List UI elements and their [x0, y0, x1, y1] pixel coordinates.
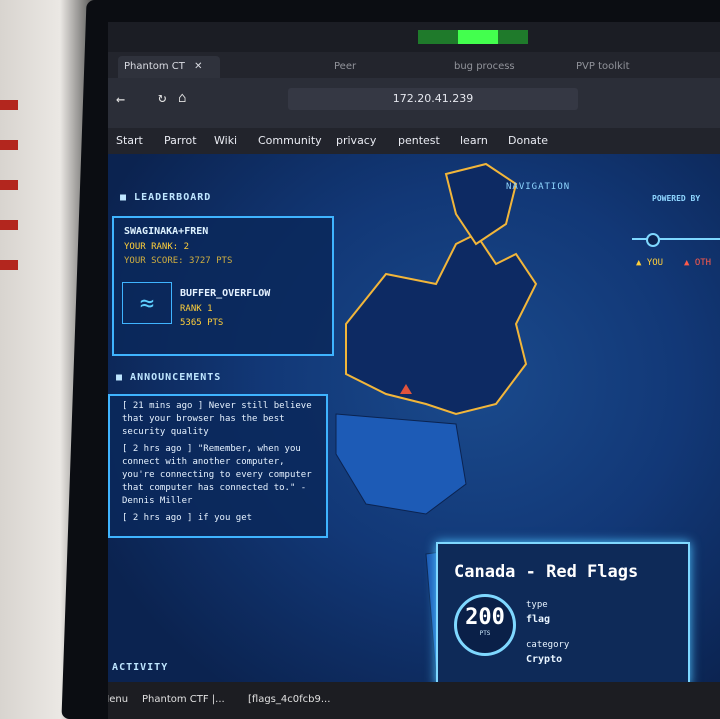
type-value: flag — [526, 614, 551, 625]
legend-slider[interactable] — [632, 233, 720, 247]
announcements-title: ANNOUNCEMENTS — [130, 372, 222, 383]
navigation-label: NAVIGATION — [506, 182, 571, 192]
points-value: 200 — [465, 605, 505, 630]
bookmark-privacy[interactable]: privacy — [336, 134, 376, 147]
red-brick — [0, 260, 18, 270]
leaderboard-heading: ■ LEADERBOARD — [120, 192, 212, 203]
activity-title: ACTIVITY — [112, 662, 169, 673]
home-icon[interactable]: ⌂ — [178, 90, 186, 106]
slider-handle[interactable] — [646, 233, 660, 247]
monitor-screen: Phantom CT ✕ Peer bug process PVP toolki… — [108, 22, 720, 719]
legend-you-label: YOU — [646, 258, 664, 268]
flag-info-card[interactable]: Canada - Red Flags 200 PTS type flag cat… — [436, 542, 690, 686]
tab-label: Phantom CT — [124, 61, 185, 72]
player-name: SWAGINAKA+FREN — [124, 226, 209, 237]
legend-other-label: OTH — [694, 258, 712, 268]
network-graph-spike — [458, 30, 498, 44]
tab-pvp[interactable]: PVP toolkit — [570, 56, 696, 78]
type-label: type — [526, 600, 548, 610]
activity-heading: ◻ ACTIVITY — [108, 662, 168, 673]
announcements-heading: ■ ANNOUNCEMENTS — [116, 372, 222, 383]
announcement-item: [ 21 mins ago ] Never still believe that… — [122, 401, 312, 437]
announcements-panel: [ 21 mins ago ] Never still believe that… — [108, 394, 328, 538]
url-text: 172.20.41.239 — [392, 92, 474, 105]
announcements-list: [ 21 mins ago ] Never still believe that… — [122, 400, 312, 525]
points-unit: PTS — [479, 630, 491, 637]
player-score: YOUR SCORE: 3727 PTS — [124, 256, 233, 266]
tab-bug[interactable]: bug process — [448, 56, 564, 78]
top-team-score: 5365 PTS — [180, 318, 224, 328]
back-icon[interactable]: ← — [116, 90, 125, 108]
top-team-rank: RANK 1 — [180, 304, 213, 314]
points-badge: 200 PTS — [454, 594, 516, 656]
bookmark-wiki[interactable]: Wiki — [214, 134, 237, 147]
tab-label: Peer — [334, 61, 357, 72]
tab-label: PVP toolkit — [576, 61, 630, 72]
browser-tab-bar: Phantom CT ✕ Peer bug process PVP toolki… — [108, 52, 720, 78]
menu-button[interactable]: ▦ Menu — [108, 694, 128, 705]
red-brick — [0, 100, 18, 110]
tab-label: bug process — [454, 61, 515, 72]
network-graph — [418, 30, 528, 44]
ctf-app: ■ LEADERBOARD SWAGINAKA+FREN YOUR RANK: … — [108, 154, 720, 719]
menu-label: Menu — [108, 694, 129, 705]
canada-shape[interactable] — [345, 232, 538, 416]
close-icon[interactable]: ✕ — [194, 61, 202, 72]
browser-nav-bar: ← ↻ ⌂ 172.20.41.239 — [108, 78, 720, 128]
os-top-bar — [108, 22, 720, 52]
bookmark-donate[interactable]: Donate — [508, 134, 548, 147]
category-label: category — [526, 640, 570, 650]
taskbar-item[interactable]: [flags_4c0fcb9... — [248, 694, 330, 705]
red-brick — [0, 180, 18, 190]
announcement-item: [ 2 hrs ago ] "Remember, when you connec… — [122, 444, 312, 506]
bookmarks-bar: Start Parrot Wiki Community privacy pent… — [108, 128, 720, 154]
top-team-name: BUFFER_OVERFLOW — [180, 288, 271, 299]
red-brick — [0, 140, 18, 150]
player-rank: YOUR RANK: 2 — [124, 242, 190, 252]
tab-peer[interactable]: Peer — [328, 56, 444, 78]
bookmark-community[interactable]: Community — [258, 134, 322, 147]
legend-you: ▲ YOU — [636, 258, 664, 268]
leaderboard-panel: SWAGINAKA+FREN YOUR RANK: 2 YOUR SCORE: … — [112, 216, 334, 356]
bookmark-learn[interactable]: learn — [460, 134, 488, 147]
tab-phantom[interactable]: Phantom CT ✕ — [118, 56, 220, 78]
reload-icon[interactable]: ↻ — [158, 90, 166, 106]
card-title: Canada - Red Flags — [454, 562, 639, 582]
url-bar[interactable]: 172.20.41.239 — [288, 88, 578, 110]
bookmark-parrot[interactable]: Parrot — [164, 134, 197, 147]
bat-icon: ≈ — [122, 282, 172, 324]
taskbar-item[interactable]: Phantom CTF |... — [142, 694, 225, 705]
greenland-shape[interactable] — [444, 162, 518, 246]
red-brick — [0, 220, 18, 230]
powered-by-label: POWERED BY — [652, 194, 701, 203]
leaderboard-title: LEADERBOARD — [134, 192, 212, 203]
bookmark-pentest[interactable]: pentest — [398, 134, 440, 147]
category-value: Crypto — [526, 654, 563, 665]
announcement-item: [ 2 hrs ago ] if you get — [122, 513, 253, 523]
usa-shape[interactable] — [335, 413, 467, 515]
legend-other: ▲ OTH — [684, 258, 712, 268]
os-taskbar: ▦ Menu Phantom CTF |... [flags_4c0fcb9..… — [108, 682, 720, 719]
bookmark-start[interactable]: Start — [116, 134, 143, 147]
